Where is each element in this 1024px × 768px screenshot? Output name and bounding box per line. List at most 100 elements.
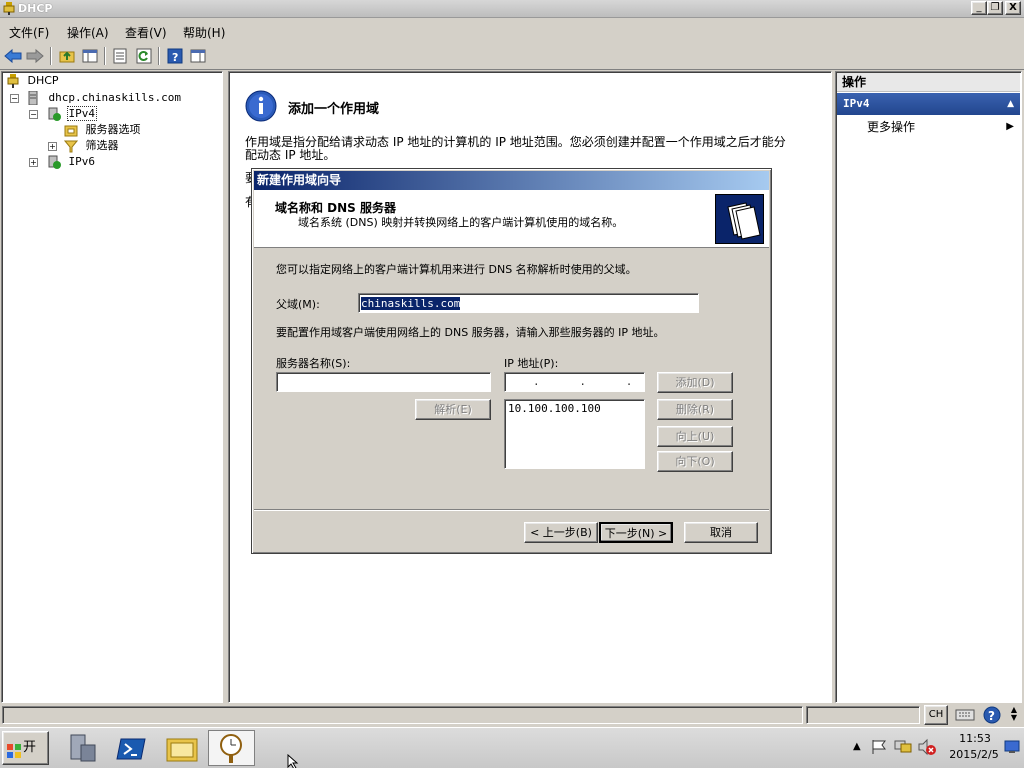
minimize-icon: _ [976,2,982,13]
taskbar-explorer[interactable] [163,731,201,765]
list-item[interactable]: 10.100.100.100 [508,402,641,415]
tree-label: IPv4 [66,106,97,121]
tree-item-ipv6[interactable]: IPv6 [47,154,95,170]
filter-icon [63,140,79,153]
menu-bar: 文件(F) 操作(A) 查看(V) 帮助(H) [0,20,1024,42]
collapse-toggle[interactable]: − [29,110,38,119]
clock-date[interactable]: 2015/2/5 [945,748,1003,761]
tree-label: IPv6 [68,155,96,168]
export-list-button[interactable] [110,46,130,66]
dhcp-icon [7,74,19,88]
close-button[interactable]: X [1005,1,1021,15]
powershell-icon [116,738,146,760]
action-center-flag-icon[interactable] [870,738,888,756]
mouse-cursor-icon [287,753,299,768]
restore-button[interactable]: ❐ [987,1,1003,15]
add-button[interactable]: 添加(D) [657,372,733,393]
back-button[interactable] [3,46,23,66]
svg-text:?: ? [988,709,995,723]
status-panel [2,706,803,724]
move-up-button[interactable]: 向上(U) [657,426,733,447]
taskbar-dhcp-active[interactable] [208,730,255,766]
show-hide-tree-button[interactable] [80,46,100,66]
resolve-button[interactable]: 解析(E) [415,399,491,420]
toolbar: ? [0,43,1024,70]
ime-help-icon[interactable]: ? [983,706,1001,724]
start-button[interactable]: 开始 [2,731,49,765]
tree-label: DHCP [27,74,59,87]
server-name-input[interactable] [276,372,491,392]
minimize-button[interactable]: _ [971,1,987,15]
console-tree: DHCP − dhcp.chinaskills.com − IPv4 服务器选项… [1,71,223,703]
remove-button[interactable]: 删除(R) [657,399,733,420]
refresh-icon [136,48,152,64]
description-line: 配动态 IP 地址。 [245,148,336,162]
next-button[interactable]: 下一步(N) > [599,522,673,543]
parent-domain-input[interactable]: chinaskills.com [358,293,699,313]
cancel-button[interactable]: 取消 [684,522,758,543]
tree-item-server-options[interactable]: 服务器选项 [64,122,141,138]
info-icon [245,90,277,122]
dialog-title: 新建作用域向导 [254,171,769,190]
divider [254,509,769,511]
title-bar: DHCP _ ❐ X [0,0,1024,18]
tree-label: 筛选器 [85,139,119,152]
close-icon: X [1009,2,1017,13]
back-arrow-icon [4,48,22,64]
toolbar-separator [50,47,52,65]
ime-options-icon[interactable]: ▲ ▼ [1008,706,1020,724]
more-actions-item[interactable]: 更多操作 ▶ [837,118,1020,136]
taskbar-powershell[interactable] [113,731,151,765]
actions-header: 操作 [837,73,1020,92]
network-icon[interactable] [893,738,913,756]
up-level-button[interactable] [57,46,77,66]
taskbar-server-manager[interactable] [63,731,101,765]
step-description: 域名系统 (DNS) 映射并转换网络上的客户端计算机使用的域名称。 [298,216,624,229]
collapse-toggle[interactable]: − [10,94,19,103]
wizard-folders-icon [715,194,764,244]
forward-button[interactable] [25,46,45,66]
move-down-button[interactable]: 向下(O) [657,451,733,472]
menu-action[interactable]: 操作(A) [67,24,109,41]
ipv6-icon [48,155,61,169]
show-action-pane-button[interactable] [188,46,208,66]
volume-muted-icon[interactable] [917,738,937,756]
windows-logo-icon [6,740,22,758]
clock-time[interactable]: 11:53 [949,732,1001,745]
toolbar-separator [104,47,106,65]
status-panel [806,706,920,724]
expand-toggle[interactable]: + [29,158,38,167]
tree-item-server[interactable]: dhcp.chinaskills.com [26,90,181,106]
console-tree-icon [82,49,98,63]
dns-instruction: 要配置作用域客户端使用网络上的 DNS 服务器，请输入那些服务器的 IP 地址。 [276,326,665,339]
tree-item-dhcp[interactable]: DHCP [6,73,59,89]
expand-toggle[interactable]: + [48,142,57,151]
help-toolbar-button[interactable]: ? [165,46,185,66]
ip-address-input[interactable]: . . . [504,372,645,392]
parent-domain-label: 父域(M): [276,298,320,311]
server-options-icon [64,125,78,137]
new-scope-wizard-dialog: 新建作用域向导 域名称和 DNS 服务器 域名系统 (DNS) 映射并转换网络上… [251,168,772,554]
menu-file[interactable]: 文件(F) [9,24,49,41]
show-hidden-icons[interactable]: ▲ [853,741,861,752]
help-icon: ? [167,48,183,64]
server-icon [28,90,38,106]
forward-arrow-icon [26,48,44,64]
keyboard-icon[interactable] [955,707,975,723]
refresh-button[interactable] [134,46,154,66]
ip-address-label: IP 地址(P): [504,357,559,370]
menu-view[interactable]: 查看(V) [125,24,167,41]
language-indicator[interactable]: CH [924,705,948,725]
actions-section-ipv4[interactable]: IPv4 ▲ [837,93,1020,115]
folder-up-icon [59,51,75,63]
section-label: IPv4 [843,97,870,110]
tree-item-ipv4[interactable]: IPv4 [47,106,97,122]
export-list-icon [113,48,127,64]
toolbar-separator [158,47,160,65]
back-button[interactable]: < 上一步(B) [524,522,598,543]
dns-server-list[interactable]: 10.100.100.100 [504,399,645,469]
menu-help[interactable]: 帮助(H) [183,24,225,41]
svg-text:?: ? [172,51,178,64]
show-desktop-icon[interactable] [1004,740,1020,754]
tree-item-filters[interactable]: 筛选器 [63,138,119,154]
